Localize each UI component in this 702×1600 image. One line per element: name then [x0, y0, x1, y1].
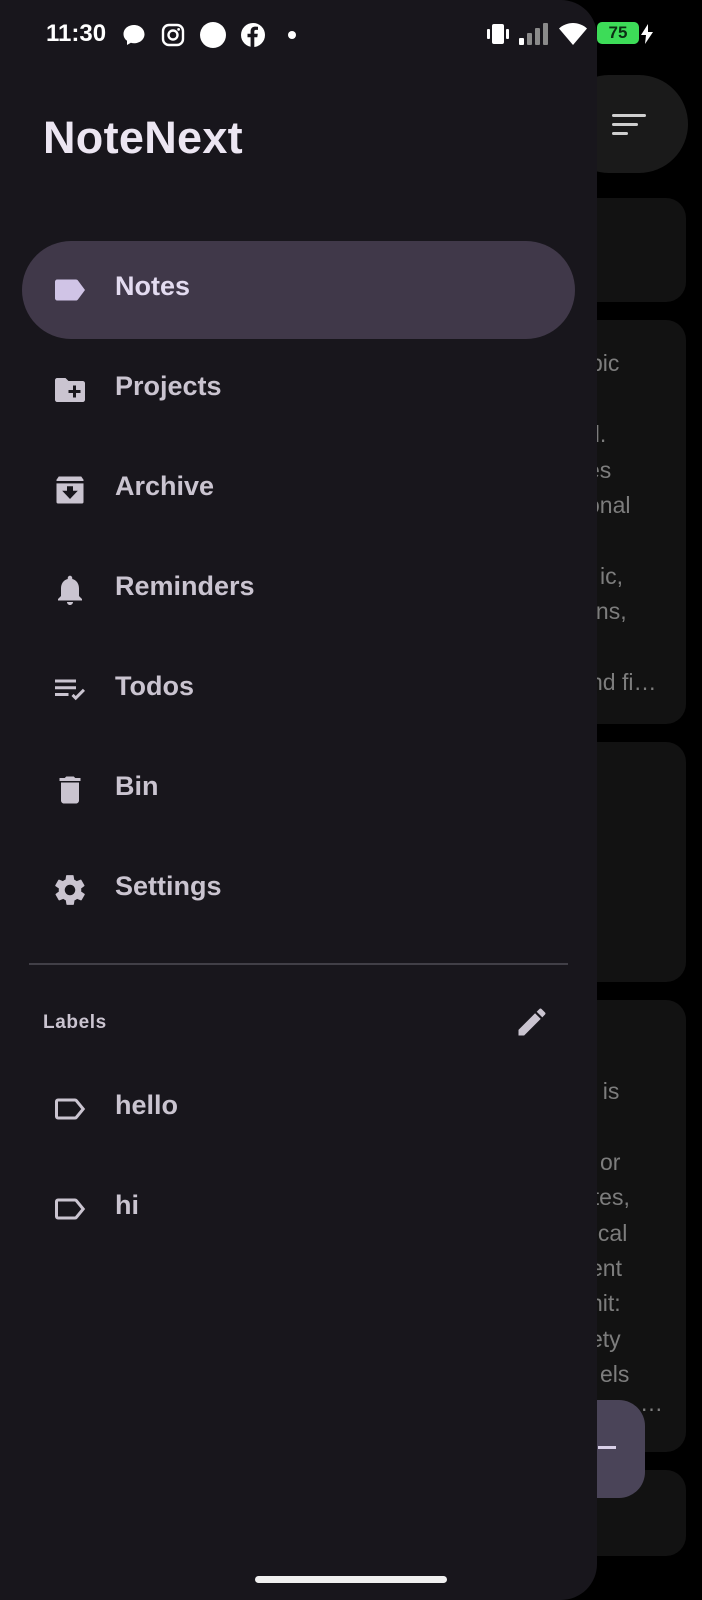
- nav-item-notes[interactable]: Notes: [22, 241, 575, 339]
- nav-label: Todos: [115, 671, 194, 701]
- charging-icon: [641, 24, 653, 44]
- nav-item-projects[interactable]: Projects: [22, 341, 575, 439]
- signal-icon: [519, 23, 548, 45]
- label-outline-icon: [55, 1098, 86, 1120]
- wifi-icon: [559, 23, 587, 45]
- sort-icon: [612, 114, 646, 136]
- folder-add-icon: [55, 378, 85, 402]
- nav-label: Reminders: [115, 571, 255, 601]
- vibrate-icon: [487, 24, 509, 44]
- nav-label: Settings: [115, 871, 222, 901]
- nav-label: Bin: [115, 771, 159, 801]
- instagram-icon: [161, 23, 185, 47]
- archive-icon: [56, 476, 84, 504]
- nav-label: Archive: [115, 471, 215, 501]
- note-text: or: [600, 1149, 621, 1175]
- label-name: hello: [115, 1090, 179, 1120]
- messenger-icon: [123, 25, 145, 45]
- label-name: hi: [115, 1190, 139, 1220]
- nav-item-settings[interactable]: Settings: [22, 841, 575, 939]
- trash-icon: [59, 776, 81, 804]
- nav-item-archive[interactable]: Archive: [22, 441, 575, 539]
- gear-icon: [55, 875, 85, 905]
- label-item-hello[interactable]: hello: [22, 1060, 575, 1158]
- note-text: nd fi…: [590, 669, 657, 695]
- note-text: …: [640, 1390, 663, 1416]
- status-bar: 11:30 75: [0, 0, 702, 68]
- nav-label: Notes: [115, 271, 191, 301]
- bell-icon: [58, 575, 82, 605]
- note-text: ic,: [600, 563, 623, 589]
- notification-dot-icon: [288, 31, 296, 39]
- edit-labels-icon[interactable]: [514, 1004, 550, 1040]
- nav-item-bin[interactable]: Bin: [22, 741, 575, 839]
- gesture-home-bar[interactable]: [255, 1576, 447, 1583]
- nav-label: Projects: [115, 371, 222, 401]
- drawer-divider: [29, 963, 568, 965]
- add-icon: [598, 1446, 616, 1449]
- circle-app-icon: [200, 22, 226, 48]
- clock: 11:30: [46, 20, 107, 47]
- checklist-icon: [55, 679, 85, 701]
- app-title: NoteNext: [43, 112, 243, 163]
- note-text: els: [600, 1361, 630, 1387]
- label-item-hi[interactable]: hi: [22, 1160, 575, 1258]
- nav-item-todos[interactable]: Todos: [22, 641, 575, 739]
- label-outline-icon: [55, 1198, 86, 1220]
- navigation-drawer: NoteNext Notes Projects Archive Reminder…: [0, 0, 597, 1600]
- battery-indicator: 75: [597, 22, 639, 44]
- facebook-icon: [241, 23, 265, 47]
- label-icon: [55, 279, 85, 301]
- labels-heading: Labels: [43, 1012, 107, 1033]
- nav-item-reminders[interactable]: Reminders: [22, 541, 575, 639]
